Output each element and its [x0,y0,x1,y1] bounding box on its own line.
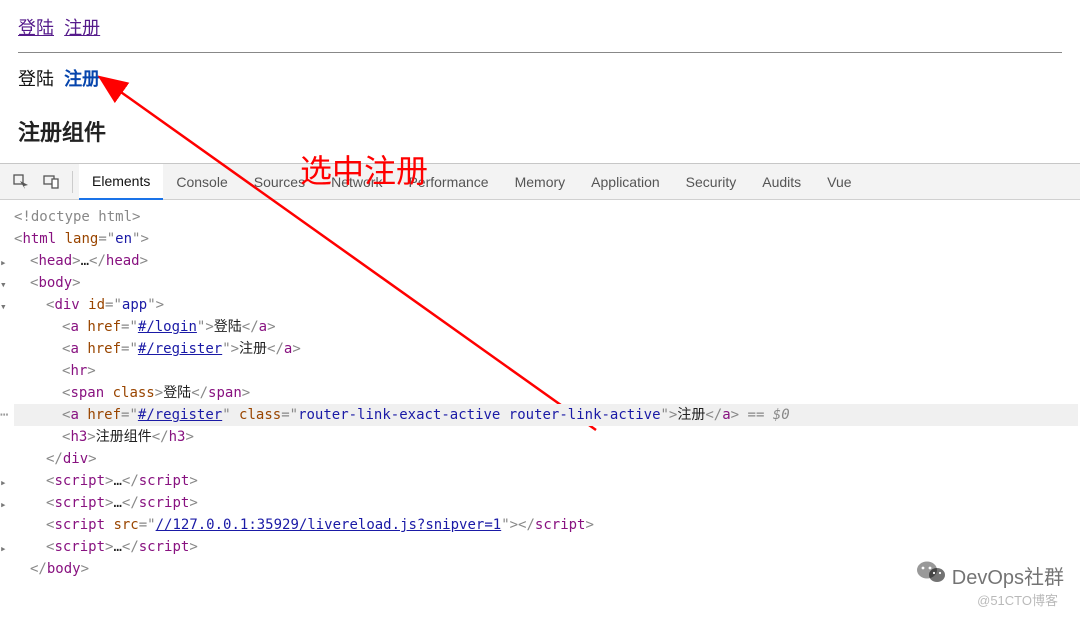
dom-tree[interactable]: <!doctype html> <html lang="en"> <head>…… [0,200,1080,582]
dom-div-app[interactable]: <div id="app"> [14,294,1078,316]
devtools-tabbar: Elements Console Sources Network Perform… [0,164,1080,200]
dom-span-login[interactable]: <span class>登陆</span> [14,382,1078,404]
span-login: 登陆 [18,69,54,89]
router-view-row: 登陆 注册 [18,65,1062,91]
tab-vue[interactable]: Vue [814,164,864,200]
dom-script-1[interactable]: <script>…</script> [14,470,1078,492]
dom-script-src[interactable]: <script src="//127.0.0.1:35929/livereloa… [14,514,1078,536]
dom-h3[interactable]: <h3>注册组件</h3> [14,426,1078,448]
divider [18,52,1062,53]
active-register-link[interactable]: 注册 [64,69,100,89]
dom-script-3[interactable]: <script>…</script> [14,536,1078,558]
watermark-text: DevOps社群 [952,561,1064,590]
tab-security[interactable]: Security [673,164,750,200]
tab-memory[interactable]: Memory [502,164,579,200]
dom-hr[interactable]: <hr> [14,360,1078,382]
top-nav-links: 登陆 注册 [18,14,1062,40]
dom-a-register[interactable]: <a href="#/register">注册</a> [14,338,1078,360]
device-toggle-icon[interactable] [38,169,64,195]
dom-head[interactable]: <head>…</head> [14,250,1078,272]
component-heading: 注册组件 [18,115,1062,147]
dom-div-close[interactable]: </div> [14,448,1078,470]
dom-a-register-active[interactable]: ⋯<a href="#/register" class="router-link… [14,404,1078,426]
devtools-panel: Elements Console Sources Network Perform… [0,163,1080,582]
dom-body-open[interactable]: <body> [14,272,1078,294]
tab-audits[interactable]: Audits [749,164,814,200]
dom-script-2[interactable]: <script>…</script> [14,492,1078,514]
nav-register-link[interactable]: 注册 [64,18,100,38]
tab-application[interactable]: Application [578,164,673,200]
page-root: 登陆 注册 登陆 注册 注册组件 选中注册 Elements [0,0,1080,621]
inspect-icon[interactable] [8,169,34,195]
watermark-sub: @51CTO博客 [977,590,1058,609]
tab-divider [72,171,73,193]
annotation-label: 选中注册 [300,146,428,192]
watermark: DevOps社群 [916,559,1064,591]
dom-doctype[interactable]: <!doctype html> [14,206,1078,228]
tab-console[interactable]: Console [163,164,240,200]
dom-html-open[interactable]: <html lang="en"> [14,228,1078,250]
wechat-icon [916,559,946,591]
rendered-page: 登陆 注册 登陆 注册 注册组件 [0,0,1080,163]
tab-elements[interactable]: Elements [79,164,163,200]
dom-a-login[interactable]: <a href="#/login">登陆</a> [14,316,1078,338]
nav-login-link[interactable]: 登陆 [18,18,54,38]
